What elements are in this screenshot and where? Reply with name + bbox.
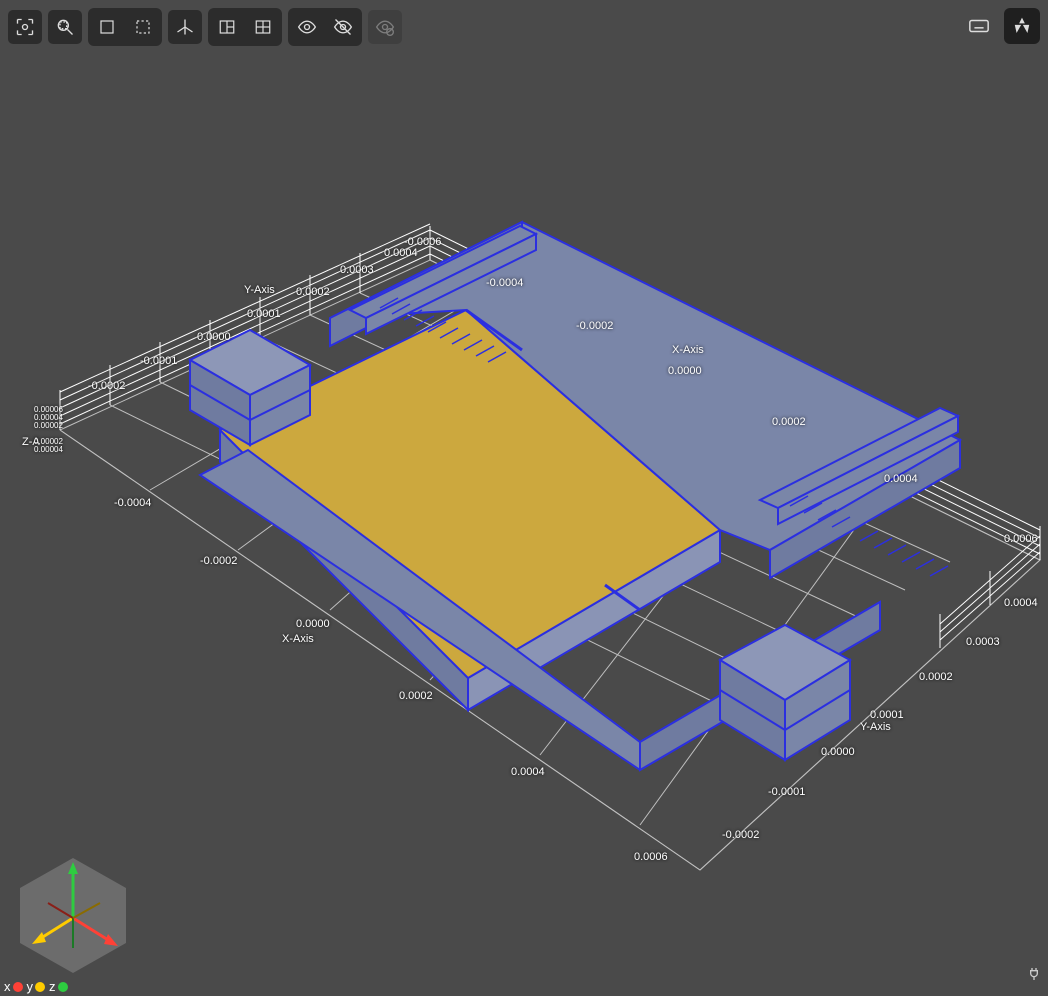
tick-x: 0.0000 bbox=[296, 618, 330, 630]
zoom-region-button[interactable] bbox=[48, 10, 82, 44]
tick-y: 0.0001 bbox=[247, 308, 281, 320]
tick-x: 0.0006 bbox=[1004, 533, 1038, 545]
axes-toggle-button[interactable] bbox=[168, 10, 202, 44]
tick-y: 0.0000 bbox=[197, 331, 231, 343]
select-box-button[interactable] bbox=[90, 10, 124, 44]
axis-title-x: X-Axis bbox=[672, 344, 704, 356]
visibility-group bbox=[288, 8, 362, 46]
hide-button[interactable] bbox=[326, 10, 360, 44]
tick-x: 0.0002 bbox=[399, 690, 433, 702]
tick-z: 0.00004 bbox=[34, 445, 63, 454]
selection-mode-group bbox=[88, 8, 162, 46]
tick-x: 0.0006 bbox=[634, 851, 668, 863]
model-geometry bbox=[190, 222, 960, 770]
tick-x: -0.0002 bbox=[576, 320, 613, 332]
visibility-settings-button[interactable] bbox=[368, 10, 402, 44]
axis-letter-z: z bbox=[49, 979, 56, 994]
appearance-button[interactable] bbox=[1004, 8, 1040, 44]
axis-title-y: Y-Axis bbox=[244, 284, 275, 296]
axis-letter-y: y bbox=[27, 979, 34, 994]
axis-legend-x[interactable]: x bbox=[4, 979, 23, 994]
tick-y: 0.0001 bbox=[870, 709, 904, 721]
tick-y: 0.0003 bbox=[966, 636, 1000, 648]
tick-y: 0.0002 bbox=[919, 671, 953, 683]
toolbar bbox=[8, 8, 402, 46]
axis-legend: x y z bbox=[0, 977, 76, 996]
tick-y: -0.0001 bbox=[140, 355, 177, 367]
connection-icon[interactable] bbox=[1026, 966, 1042, 982]
axis-dot-y bbox=[35, 982, 45, 992]
tick-x: 0.0000 bbox=[668, 365, 702, 377]
orientation-widget[interactable] bbox=[8, 848, 138, 978]
tick-y: -0.0002 bbox=[722, 829, 759, 841]
layout-quad-button[interactable] bbox=[246, 10, 280, 44]
tick-x: 0.0004 bbox=[511, 766, 545, 778]
tick-x: -0.0006 bbox=[404, 236, 441, 248]
tick-y: 0.0003 bbox=[340, 264, 374, 276]
toolbar-right bbox=[962, 8, 1040, 44]
axis-letter-x: x bbox=[4, 979, 11, 994]
tick-y: 0.0004 bbox=[1004, 597, 1038, 609]
tick-y: -0.0001 bbox=[768, 786, 805, 798]
layout-split-button[interactable] bbox=[210, 10, 244, 44]
tick-x: -0.0002 bbox=[200, 555, 237, 567]
tick-x: 0.0002 bbox=[772, 416, 806, 428]
axis-legend-z[interactable]: z bbox=[49, 979, 68, 994]
tick-x: -0.0004 bbox=[486, 277, 523, 289]
tick-y: -0.0002 bbox=[88, 380, 125, 392]
show-button[interactable] bbox=[290, 10, 324, 44]
select-marquee-button[interactable] bbox=[126, 10, 160, 44]
tick-x: 0.0004 bbox=[884, 473, 918, 485]
axis-dot-z bbox=[58, 982, 68, 992]
keyboard-shortcuts-button[interactable] bbox=[962, 9, 996, 43]
axis-title-y: Y-Axis bbox=[860, 721, 891, 733]
tick-z: 0.00002 bbox=[34, 421, 63, 430]
tick-x: -0.0004 bbox=[114, 497, 151, 509]
zoom-fit-button[interactable] bbox=[8, 10, 42, 44]
axis-legend-y[interactable]: y bbox=[27, 979, 46, 994]
axis-title-x: X-Axis bbox=[282, 633, 314, 645]
tick-y: 0.0004 bbox=[384, 247, 418, 259]
tick-y: 0.0000 bbox=[821, 746, 855, 758]
tick-y: 0.0002 bbox=[296, 286, 330, 298]
viewport-3d[interactable] bbox=[0, 0, 1048, 996]
axis-dot-x bbox=[13, 982, 23, 992]
layout-group bbox=[208, 8, 282, 46]
